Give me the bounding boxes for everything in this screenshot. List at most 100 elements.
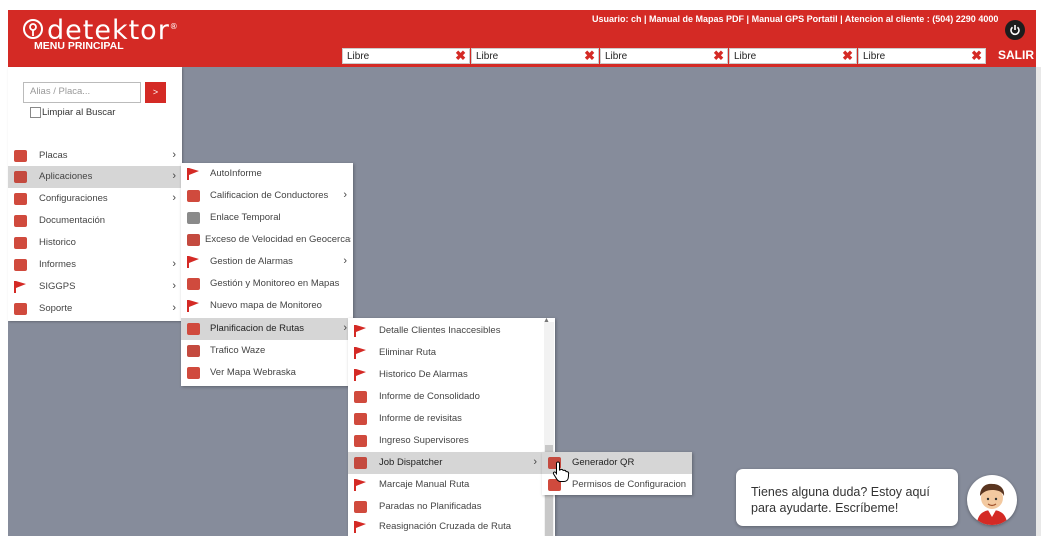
submenu-item-label: Informe de Consolidado bbox=[379, 391, 480, 402]
menu-item-label: Soporte bbox=[39, 303, 73, 314]
hand-cursor-icon bbox=[552, 461, 570, 482]
chevron-right-icon: › bbox=[172, 258, 176, 270]
clear-on-search-checkbox[interactable] bbox=[30, 107, 41, 118]
logout-label[interactable]: SALIR bbox=[998, 48, 1034, 62]
chevron-right-icon: › bbox=[343, 322, 347, 334]
menu-item-placas[interactable]: Placas › bbox=[8, 145, 182, 167]
map-icon bbox=[187, 367, 200, 379]
scroll-up-icon[interactable]: ▲ bbox=[543, 317, 550, 324]
submenu-item[interactable]: Ingreso Supervisores bbox=[348, 430, 543, 452]
submenu-item-label: Marcaje Manual Ruta bbox=[379, 479, 470, 490]
vehicle-slot[interactable]: Libre ✖ bbox=[342, 48, 470, 64]
menu-item-configuraciones[interactable]: Configuraciones › bbox=[8, 188, 182, 210]
chat-bubble[interactable]: Tienes alguna duda? Estoy aquí para ayud… bbox=[736, 469, 958, 526]
submenu-item[interactable]: Enlace Temporal bbox=[181, 207, 353, 229]
menu-item-siggps[interactable]: SIGGPS › bbox=[8, 276, 182, 298]
chevron-right-icon: › bbox=[172, 280, 176, 292]
routes-icon bbox=[187, 323, 200, 335]
vehicle-slot[interactable]: Libre ✖ bbox=[471, 48, 599, 64]
pin-logo-icon bbox=[23, 19, 43, 39]
flag-icon bbox=[354, 479, 366, 491]
menu-item-soporte[interactable]: Soporte › bbox=[8, 298, 182, 320]
submenu-item-label: Ver Mapa Webraska bbox=[210, 367, 296, 378]
submenu-item-label: Permisos de Configuracion bbox=[572, 479, 687, 490]
menu-item-label: Placas bbox=[39, 150, 68, 161]
config-icon bbox=[14, 193, 27, 205]
submenu-item-label: Detalle Clientes Inaccesibles bbox=[379, 325, 501, 336]
submenu-item[interactable]: Gestion de Alarmas › bbox=[181, 251, 353, 273]
vehicle-slot[interactable]: Libre ✖ bbox=[858, 48, 986, 64]
submenu-item[interactable]: Calificacion de Conductores › bbox=[181, 185, 353, 207]
submenu-item[interactable]: Exceso de Velocidad en Geocercas bbox=[181, 229, 353, 251]
power-icon bbox=[1010, 25, 1020, 36]
close-icon[interactable]: ✖ bbox=[971, 49, 982, 63]
submenu-item[interactable]: Informe de revisitas bbox=[348, 408, 543, 430]
rating-icon bbox=[187, 190, 200, 202]
clear-on-search-label: Limpiar al Buscar bbox=[42, 107, 116, 118]
menu-item-informes[interactable]: Informes › bbox=[8, 254, 182, 276]
report-icon bbox=[354, 413, 367, 425]
app-window: detektor® MENU PRINCIPAL Usuario: ch | M… bbox=[0, 0, 1041, 536]
slot-label: Libre bbox=[863, 51, 886, 62]
page-scrollbar[interactable] bbox=[1036, 67, 1041, 536]
power-button[interactable] bbox=[1005, 20, 1025, 40]
flag-icon bbox=[187, 300, 199, 312]
menu-item-historico[interactable]: Historico bbox=[8, 232, 182, 254]
history-icon bbox=[14, 237, 27, 249]
menu-item-aplicaciones[interactable]: Aplicaciones › bbox=[8, 166, 182, 188]
flag-icon bbox=[354, 325, 366, 337]
supervisor-icon bbox=[354, 435, 367, 447]
submenu-item[interactable]: Trafico Waze bbox=[181, 340, 353, 362]
search-button[interactable]: > bbox=[145, 82, 166, 103]
flag-icon bbox=[354, 347, 366, 359]
link-icon bbox=[187, 212, 200, 224]
report-icon bbox=[354, 501, 367, 513]
submenu-item[interactable]: Detalle Clientes Inaccesibles bbox=[348, 320, 543, 342]
submenu-item[interactable]: Reasignación Cruzada de Ruta bbox=[348, 516, 543, 536]
submenu-item[interactable]: AutoInforme bbox=[181, 163, 353, 185]
map-icon bbox=[187, 278, 200, 290]
chevron-right-icon: › bbox=[343, 255, 347, 267]
submenu-item[interactable]: Historico De Alarmas bbox=[348, 364, 543, 386]
reports-icon bbox=[14, 259, 27, 271]
document-icon bbox=[14, 215, 27, 227]
submenu-item-job-dispatcher[interactable]: Job Dispatcher › bbox=[348, 452, 543, 474]
report-icon bbox=[354, 391, 367, 403]
speed-icon bbox=[187, 234, 200, 246]
submenu-item-label: Eliminar Ruta bbox=[379, 347, 437, 358]
submenu-item[interactable]: Nuevo mapa de Monitoreo bbox=[181, 295, 353, 317]
menu-item-label: SIGGPS bbox=[39, 281, 76, 292]
chevron-right-icon: › bbox=[343, 189, 347, 201]
top-links[interactable]: Usuario: ch | Manual de Mapas PDF | Manu… bbox=[592, 14, 998, 24]
vehicle-slot[interactable]: Libre ✖ bbox=[600, 48, 728, 64]
chevron-right-icon: › bbox=[172, 302, 176, 314]
chevron-right-icon: › bbox=[172, 170, 176, 182]
submenu-item[interactable]: Informe de Consolidado bbox=[348, 386, 543, 408]
submenu-item-label: Trafico Waze bbox=[210, 345, 266, 356]
vehicle-slot[interactable]: Libre ✖ bbox=[729, 48, 857, 64]
chat-avatar-button[interactable] bbox=[967, 475, 1017, 525]
submenu-item-label: Gestión y Monitoreo en Mapas bbox=[210, 278, 340, 289]
submenu-item[interactable]: Marcaje Manual Ruta bbox=[348, 474, 543, 496]
flag-icon bbox=[354, 369, 366, 381]
submenu-item-label: Nuevo mapa de Monitoreo bbox=[210, 300, 322, 311]
close-icon[interactable]: ✖ bbox=[455, 49, 466, 63]
submenu-item-planificacion[interactable]: Planificacion de Rutas › bbox=[181, 318, 353, 340]
close-icon[interactable]: ✖ bbox=[713, 49, 724, 63]
dispatcher-icon bbox=[354, 457, 367, 469]
submenu-item-label: Reasignación Cruzada de Ruta bbox=[379, 521, 512, 532]
submenu-item[interactable]: Gestión y Monitoreo en Mapas bbox=[181, 273, 353, 295]
close-icon[interactable]: ✖ bbox=[584, 49, 595, 63]
submenu-item[interactable]: Eliminar Ruta bbox=[348, 342, 543, 364]
slot-label: Libre bbox=[605, 51, 628, 62]
search-input[interactable]: Alias / Placa... bbox=[23, 82, 141, 103]
menu-item-documentacion[interactable]: Documentación bbox=[8, 210, 182, 232]
submenu-item[interactable]: Ver Mapa Webraska bbox=[181, 362, 353, 384]
flag-icon bbox=[354, 521, 366, 533]
submenu-item[interactable]: Paradas no Planificadas bbox=[348, 496, 543, 518]
submenu-item-label: Paradas no Planificadas bbox=[379, 501, 482, 512]
menu-item-label: Historico bbox=[39, 237, 76, 248]
close-icon[interactable]: ✖ bbox=[842, 49, 853, 63]
menu-item-label: Aplicaciones bbox=[39, 171, 93, 182]
submenu-item-label: Exceso de Velocidad en Geocercas bbox=[205, 234, 351, 245]
